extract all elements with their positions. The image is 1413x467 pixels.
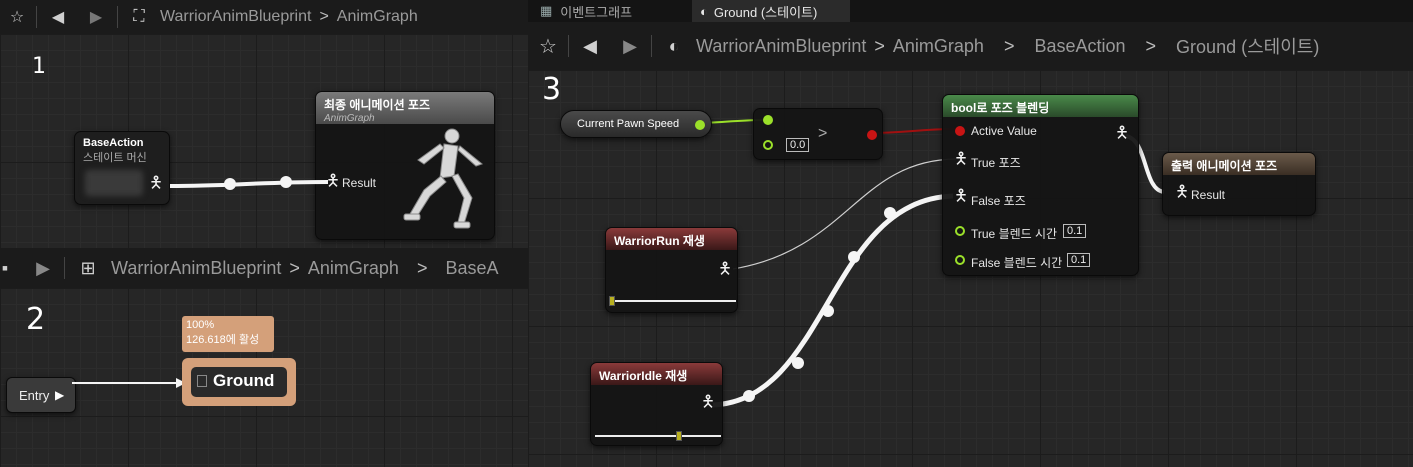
result-pin-label: Result: [1191, 188, 1226, 202]
false-pose-label: False 포즈: [971, 194, 1026, 208]
forward-arrow-icon[interactable]: ▶: [619, 36, 641, 57]
node-header: 출력 애니메이션 포즈: [1163, 153, 1315, 175]
event-graph-icon: ▦: [540, 3, 553, 18]
playback-handle[interactable]: [676, 431, 682, 441]
bool-output-pin[interactable]: [867, 130, 877, 140]
breadcrumb-separator: >: [874, 35, 885, 56]
compare-value-input[interactable]: 0.0: [786, 138, 810, 152]
node-label: Current Pawn Speed: [577, 118, 680, 130]
state-tab-icon: ◐: [700, 3, 708, 19]
pose-pin-icon[interactable]: 🯅: [701, 395, 715, 411]
back-arrow-icon[interactable]: ◀: [579, 36, 601, 57]
panel3-toolbar: ☆ ◀ ▶ ◐ WarriorAnimBlueprint > AnimGraph…: [528, 22, 1413, 70]
true-blend-time-pin[interactable]: [955, 226, 965, 236]
true-pose-pin-icon[interactable]: 🯅: [954, 152, 968, 168]
playback-bar: [595, 435, 721, 437]
false-blend-time-input[interactable]: 0.1: [1067, 253, 1091, 267]
tab-label: 이벤트그래프: [560, 4, 633, 20]
output-pose-pin-icon[interactable]: 🯅: [1115, 126, 1129, 142]
playback-handle[interactable]: [609, 296, 615, 306]
blend-poses-by-bool-node[interactable]: bool로 포즈 블렌딩 Active Value 🯅 True 포즈 🯅 Fa…: [942, 94, 1139, 276]
node-header: WarriorRun 재생: [606, 228, 737, 250]
warrior-run-sequence-node[interactable]: WarriorRun 재생 🯅: [605, 227, 738, 313]
breadcrumb-item[interactable]: BaseAction: [1034, 36, 1125, 57]
compare-float-node[interactable]: 0.0 >: [753, 108, 883, 160]
current-pawn-speed-node[interactable]: Current Pawn Speed: [560, 110, 712, 138]
output-pose-node[interactable]: 출력 애니메이션 포즈 🯅 Result: [1162, 152, 1316, 216]
breadcrumb-item[interactable]: WarriorAnimBlueprint: [696, 36, 866, 57]
float-input-pin-b[interactable]: [763, 140, 773, 150]
tab-label: Ground (스테이트): [713, 4, 818, 20]
separator: [651, 35, 652, 57]
star-icon[interactable]: ☆: [538, 34, 558, 59]
playback-bar: [610, 300, 736, 302]
state-name: Ground: [213, 371, 275, 390]
true-blend-time-label: True 블렌드 시간: [971, 227, 1058, 241]
separator: [568, 35, 569, 57]
true-blend-time-input[interactable]: 0.1: [1063, 224, 1087, 238]
breadcrumb-item[interactable]: AnimGraph: [893, 36, 984, 57]
false-blend-time-label: False 블렌드 시간: [971, 256, 1063, 270]
bool-input-pin[interactable]: [955, 126, 965, 136]
breadcrumb-item[interactable]: Ground (스테이트): [1176, 33, 1319, 59]
node-header: WarriorIdle 재생: [591, 363, 722, 385]
tooltip-percent: 100%: [186, 319, 215, 331]
compare-operator: >: [818, 125, 828, 142]
active-value-label: Active Value: [971, 124, 1037, 138]
tab-ground-state[interactable]: ◐ Ground (스테이트): [692, 0, 850, 22]
state-icon: ◐: [668, 35, 680, 56]
ground-state-node[interactable]: Ground: [182, 358, 296, 406]
node-header: bool로 포즈 블렌딩: [943, 95, 1138, 117]
warrior-idle-sequence-node[interactable]: WarriorIdle 재생 🯅: [590, 362, 723, 446]
tooltip-active-time: 126.618에 활성: [186, 334, 260, 346]
float-output-pin[interactable]: [695, 120, 705, 130]
float-input-pin-a[interactable]: [763, 115, 773, 125]
state-tooltip: 100% 126.618에 활성: [182, 316, 274, 352]
true-pose-label: True 포즈: [971, 156, 1021, 170]
state-icon: [197, 375, 207, 387]
tab-event-graph[interactable]: ▦ 이벤트그래프: [532, 0, 690, 22]
false-pose-pin-icon[interactable]: 🯅: [954, 189, 968, 205]
pose-pin-icon[interactable]: 🯅: [718, 262, 732, 278]
breadcrumb-separator: >: [1145, 35, 1157, 56]
breadcrumb-separator: >: [1003, 35, 1015, 56]
false-blend-time-pin[interactable]: [955, 255, 965, 265]
pose-pin-icon[interactable]: 🯅: [1175, 185, 1189, 201]
